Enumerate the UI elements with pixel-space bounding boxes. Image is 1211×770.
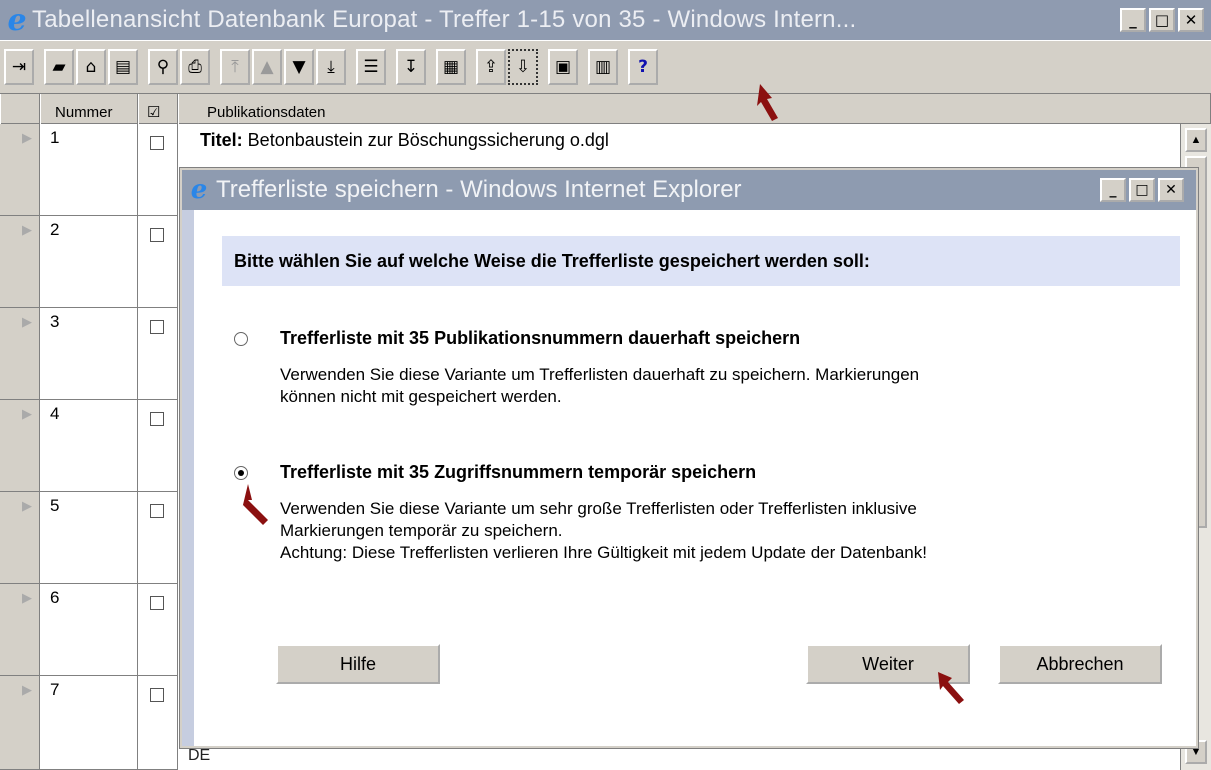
dialog-titlebar[interactable]: e Trefferliste speichern - Windows Inter…: [182, 170, 1196, 210]
row-checkbox-cell: [138, 492, 178, 584]
document-icon[interactable]: ▤: [108, 49, 138, 85]
row-checkbox[interactable]: [150, 136, 164, 150]
row-checkbox-cell: [138, 308, 178, 400]
row-number: 3: [40, 308, 138, 400]
save-list-dialog: e Trefferliste speichern - Windows Inter…: [179, 167, 1199, 749]
family-icon[interactable]: ▦: [436, 49, 466, 85]
open-folder-icon[interactable]: ▰: [44, 49, 74, 85]
row-checkbox-cell: [138, 676, 178, 770]
row-selector[interactable]: ▶: [0, 124, 40, 216]
column-header-publication[interactable]: Publikationsdaten: [178, 94, 1211, 124]
toolbar: ⇥ ▰ ⌂ ▤ ⚲ ⎙ ⤒ ▲ ▼ ⤓ ☰ ↧ ▦ ⇪ ⇩ ▣ ▥ ?: [0, 40, 1211, 94]
row-number: 6: [40, 584, 138, 676]
row-selector[interactable]: ▶: [0, 400, 40, 492]
row-checkbox-cell: [138, 216, 178, 308]
scroll-up-icon[interactable]: ▲: [1185, 128, 1207, 152]
help-icon[interactable]: ?: [628, 49, 658, 85]
column-header-check[interactable]: ☑: [138, 94, 178, 124]
row-number: 1: [40, 124, 138, 216]
row-checkbox[interactable]: [150, 596, 164, 610]
maximize-button[interactable]: □: [1149, 8, 1175, 32]
close-button[interactable]: ✕: [1178, 8, 1204, 32]
sort-az-icon[interactable]: ↧: [396, 49, 426, 85]
row-number: 2: [40, 216, 138, 308]
minimize-button[interactable]: _: [1120, 8, 1146, 32]
row-selector[interactable]: ▶: [0, 308, 40, 400]
binoculars-icon[interactable]: ⚲: [148, 49, 178, 85]
option-permanent-description: Verwenden Sie diese Variante um Trefferl…: [280, 365, 920, 406]
row-selector-header: [0, 94, 40, 124]
row-checkbox-cell: [138, 400, 178, 492]
row-selector[interactable]: ▶: [0, 492, 40, 584]
option-permanent-label[interactable]: Trefferliste mit 35 Publikationsnummern …: [280, 328, 800, 349]
previous-record-icon[interactable]: ▲: [252, 49, 282, 85]
grid-header: Nummer ☑ Publikationsdaten: [0, 94, 1211, 124]
save-list-icon[interactable]: ⇩: [508, 49, 538, 85]
row-number: 5: [40, 492, 138, 584]
row-checkbox[interactable]: [150, 320, 164, 334]
first-record-icon[interactable]: ⤒: [220, 49, 250, 85]
dialog-title: Trefferliste speichern - Windows Interne…: [216, 176, 742, 203]
row-selector[interactable]: ▶: [0, 216, 40, 308]
radio-temporary[interactable]: [234, 466, 248, 480]
row-checkbox-cell: [138, 124, 178, 216]
option-temporary-description: Verwenden Sie diese Variante um sehr gro…: [280, 499, 927, 562]
main-window-title: Tabellenansicht Datenbank Europat - Tref…: [32, 6, 857, 33]
column-header-number[interactable]: Nummer: [40, 94, 138, 124]
main-titlebar[interactable]: e Tabellenansicht Datenbank Europat - Tr…: [0, 0, 1211, 40]
row-checkbox[interactable]: [150, 228, 164, 242]
help-button[interactable]: Hilfe: [276, 644, 440, 684]
ie-logo-icon: e: [7, 2, 27, 38]
home-icon[interactable]: ⌂: [76, 49, 106, 85]
row-checkbox-cell: [138, 584, 178, 676]
ie-logo-icon: e: [190, 175, 208, 205]
last-record-icon[interactable]: ⤓: [316, 49, 346, 85]
row-checkbox[interactable]: [150, 688, 164, 702]
folder-save-icon[interactable]: ▣: [548, 49, 578, 85]
dialog-content: Bitte wählen Sie auf welche Weise die Tr…: [194, 210, 1196, 746]
export-icon[interactable]: ⇪: [476, 49, 506, 85]
dialog-prompt: Bitte wählen Sie auf welche Weise die Tr…: [222, 236, 1180, 286]
row-selector[interactable]: ▶: [0, 584, 40, 676]
row-checkbox[interactable]: [150, 504, 164, 518]
row-checkbox[interactable]: [150, 412, 164, 426]
exit-icon[interactable]: ⇥: [4, 49, 34, 85]
dialog-minimize-button[interactable]: _: [1100, 178, 1126, 202]
row-selector[interactable]: ▶: [0, 676, 40, 770]
row-number: 4: [40, 400, 138, 492]
print-icon[interactable]: ⎙: [180, 49, 210, 85]
dialog-close-button[interactable]: ✕: [1158, 178, 1184, 202]
next-record-icon[interactable]: ▼: [284, 49, 314, 85]
dialog-maximize-button[interactable]: □: [1129, 178, 1155, 202]
cancel-button[interactable]: Abbrechen: [998, 644, 1162, 684]
checklist-icon[interactable]: ☰: [356, 49, 386, 85]
publication-partial-text: DE: [188, 747, 211, 764]
chart-icon[interactable]: ▥: [588, 49, 618, 85]
radio-permanent[interactable]: [234, 332, 248, 346]
next-button[interactable]: Weiter: [806, 644, 970, 684]
dialog-left-bar: [182, 210, 194, 746]
row-number: 7: [40, 676, 138, 770]
option-temporary-label[interactable]: Trefferliste mit 35 Zugriffsnummern temp…: [280, 462, 756, 483]
publication-title: Titel: Betonbaustein zur Böschungssicher…: [200, 130, 609, 150]
